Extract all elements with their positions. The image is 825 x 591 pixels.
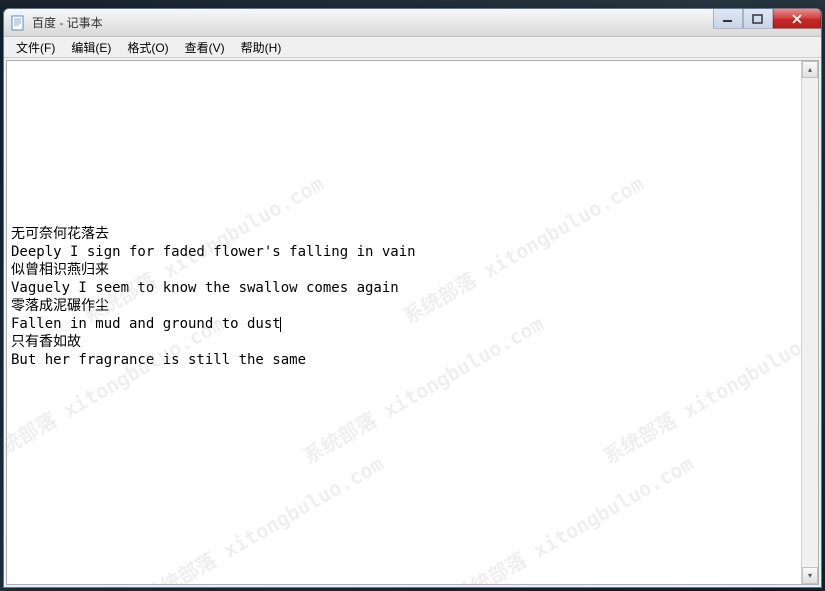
scroll-down-arrow-icon[interactable]: ▾ xyxy=(802,567,818,584)
text-editor[interactable]: 系统部落 xitongbuluo.com 系统部落 xitongbuluo.co… xyxy=(7,61,801,584)
menu-help[interactable]: 帮助(H) xyxy=(233,37,290,58)
menu-edit[interactable]: 编辑(E) xyxy=(63,37,119,58)
menu-view[interactable]: 查看(V) xyxy=(177,37,233,58)
window-controls xyxy=(713,9,821,29)
menubar: 文件(F) 编辑(E) 格式(O) 查看(V) 帮助(H) xyxy=(4,37,821,58)
notepad-icon xyxy=(10,15,26,31)
text-line: 零落成泥碾作尘 xyxy=(11,297,797,315)
vertical-scrollbar[interactable]: ▴ ▾ xyxy=(801,61,818,584)
notepad-window: 百度 - 记事本 文件(F) 编辑(E) 格式(O) 查看(V) 帮助(H) 系… xyxy=(3,8,822,588)
text-line: 只有香如故 xyxy=(11,333,797,351)
menu-file[interactable]: 文件(F) xyxy=(8,37,63,58)
text-line: But her fragrance is still the same xyxy=(11,351,797,369)
window-title: 百度 - 记事本 xyxy=(32,14,103,31)
menu-format[interactable]: 格式(O) xyxy=(119,37,176,58)
text-line: 似曾相识燕归来 xyxy=(11,261,797,279)
titlebar[interactable]: 百度 - 记事本 xyxy=(4,9,821,37)
minimize-button[interactable] xyxy=(713,9,743,29)
scroll-up-arrow-icon[interactable]: ▴ xyxy=(802,61,818,78)
text-line: Deeply I sign for faded flower's falling… xyxy=(11,243,797,261)
text-line: Fallen in mud and ground to dust xyxy=(11,315,797,333)
maximize-button[interactable] xyxy=(743,9,773,29)
scroll-track[interactable] xyxy=(802,78,818,567)
text-line: 无可奈何花落去 xyxy=(11,225,797,243)
close-button[interactable] xyxy=(773,9,821,29)
text-cursor xyxy=(280,317,281,332)
text-line: Vaguely I seem to know the swallow comes… xyxy=(11,279,797,297)
watermark: 系统部落 xitongbuluo.com xyxy=(451,454,696,584)
editor-container: 系统部落 xitongbuluo.com 系统部落 xitongbuluo.co… xyxy=(6,60,819,585)
watermark: 系统部落 xitongbuluo.com xyxy=(141,454,386,584)
